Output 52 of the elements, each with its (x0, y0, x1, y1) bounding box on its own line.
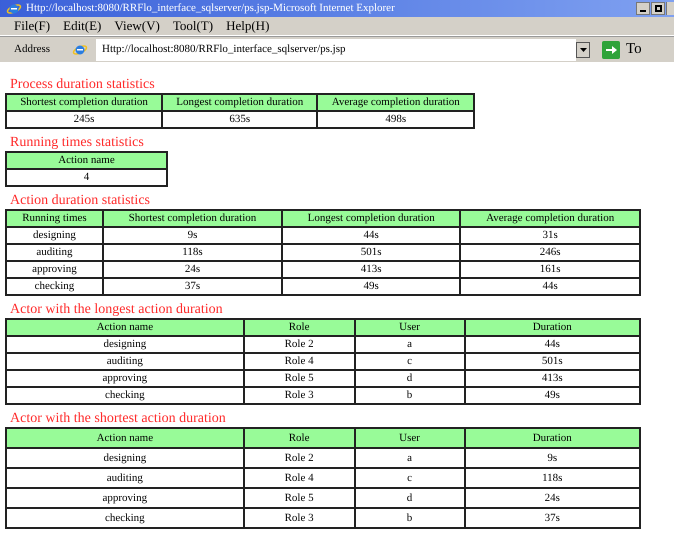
column-header: Running times (6, 210, 103, 227)
table-cell: checking (6, 508, 244, 528)
table-cell: checking (6, 278, 103, 295)
section-title: Actor with the longest action duration (9, 302, 224, 318)
menu-item[interactable]: Edit(E) (63, 16, 102, 36)
column-header: Average completion duration (460, 210, 640, 227)
window-title: Http://localhost:8080/RRFlo_interface_sqlserver/ps.jsp-Microsoft Internet Explorer (26, 1, 395, 16)
section-title: Process duration statistics (9, 77, 156, 93)
column-header: Duration (464, 428, 640, 448)
go-button[interactable]: To (602, 38, 642, 61)
address-field[interactable]: Http://localhost:8080/RRFlo_interface_sqlserver/ps.jsp (96, 38, 576, 60)
column-header: Role (244, 428, 355, 448)
table-cell: 49s (464, 387, 640, 404)
menu-item[interactable]: Help(H) (226, 16, 270, 36)
section-title: Action duration statistics (9, 193, 151, 209)
menu-item[interactable]: View(V) (114, 16, 160, 36)
table-cell: 37s (102, 278, 282, 295)
column-header: Action name (6, 319, 244, 336)
table-cell: b (354, 508, 464, 528)
column-header: Action name (6, 428, 244, 448)
address-label: Address (14, 42, 52, 58)
table-cell: Role 3 (244, 387, 355, 404)
table-cell: Role 3 (244, 508, 355, 528)
table-cell: checking (6, 387, 244, 404)
table-cell: 635s (162, 111, 318, 128)
table-cell: 44s (460, 278, 640, 295)
caret-icon (580, 48, 586, 52)
table-cell: 49s (282, 278, 460, 295)
menu-item[interactable]: Tool(T) (172, 16, 214, 36)
dropdown-button[interactable] (576, 42, 590, 58)
column-header: Duration (464, 319, 640, 336)
column-header: User (354, 428, 464, 448)
column-header: Shortest completion duration (6, 94, 162, 111)
column-header: Shortest completion duration (102, 210, 282, 227)
column-header: Longest completion duration (162, 94, 318, 111)
minimize-button[interactable] (636, 2, 650, 15)
column-header: User (354, 319, 464, 336)
restore-button[interactable] (651, 2, 665, 15)
column-header: Longest completion duration (282, 210, 460, 227)
table-cell: b (354, 387, 464, 404)
section-title: Actor with the shortest action duration (9, 411, 227, 427)
section-title: Running times statistics (9, 135, 145, 151)
column-header: Average completion duration (317, 94, 474, 111)
table-cell: 245s (6, 111, 162, 128)
menu-item[interactable]: File(F) (14, 16, 50, 36)
table-cell: 4 (6, 169, 167, 186)
column-header: Role (244, 319, 355, 336)
browser-icon (6, 2, 22, 16)
table-cell: 498s (317, 111, 474, 128)
table-cell: 37s (464, 508, 640, 528)
column-header: Action name (6, 152, 167, 169)
page-icon (72, 42, 88, 56)
